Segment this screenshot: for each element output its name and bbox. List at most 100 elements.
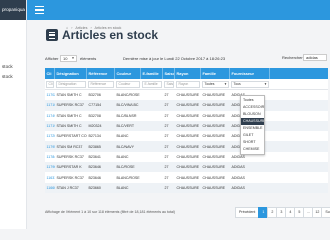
table-row[interactable]: 11631SUPERSK RC37 B23646 BLANC/ROSE 27 CHAUS…: [45, 172, 328, 183]
column-header-cli[interactable]: Cli: [45, 68, 55, 79]
cell-fournisseur: ADIDAS: [231, 165, 245, 170]
cell-rayon: CHAUSSURE: [176, 93, 200, 98]
filter-e-famille-input[interactable]: E-famille: [142, 81, 162, 88]
cell-designation: STAN SMITH C: [56, 113, 82, 118]
hamburger-menu-icon[interactable]: [35, 6, 44, 15]
cell-reference: B27134: [88, 134, 101, 139]
cell-reference: C77154: [88, 103, 102, 108]
column-header-couleur[interactable]: Couleur: [115, 68, 141, 79]
dropdown-option-accessoire[interactable]: ACCESSOIRE: [241, 104, 264, 111]
previous-page-button[interactable]: Précédent: [235, 207, 260, 218]
cell-cli[interactable]: 11719: [45, 121, 56, 131]
dropdown-option-chaussure[interactable]: CHAUSSURE: [241, 118, 264, 125]
filter-couleur-input[interactable]: Couleur: [116, 81, 140, 88]
dropdown-option-gilet[interactable]: GILET: [241, 132, 264, 139]
dropdown-option-chemise[interactable]: CHEMISE: [241, 146, 264, 153]
filter-cli-input[interactable]: Cli: [46, 81, 54, 88]
cell-reference: B23660: [88, 185, 101, 190]
sidebar-item-stock-2[interactable]: stock: [0, 74, 26, 79]
cell-rayon: CHAUSSURE: [176, 113, 200, 118]
table-row[interactable]: 11795STAN SM RC37 B23865 BLC/NAVY 27 CHAUSSU…: [45, 141, 328, 152]
cell-saison: 27: [164, 113, 169, 118]
table-row[interactable]: 11749STAN SMITH C B32708 BLC/BLNSR 27 CHAUSS…: [45, 110, 328, 121]
column-header-famille[interactable]: Famille: [201, 68, 230, 79]
filter-saison-input[interactable]: Saison: [164, 81, 174, 88]
cell-cli[interactable]: 11720: [45, 131, 56, 141]
cell-cli[interactable]: 11795: [45, 141, 56, 151]
cell-saison: 27: [164, 124, 169, 129]
dropdown-option-ensemble[interactable]: ENSEMBLE: [241, 125, 264, 132]
chevron-down-icon: ▼: [224, 82, 227, 86]
cell-cli[interactable]: 11796: [45, 162, 56, 172]
cell-cli[interactable]: 11749: [45, 111, 56, 121]
sidebar: propaniqua stock stock: [0, 0, 27, 229]
cell-designation: STAN J RC37: [56, 185, 79, 190]
cell-e-famille: [141, 162, 163, 172]
cell-reference: B23646: [88, 175, 101, 180]
cell-designation: SUPERSK RC37: [56, 175, 84, 180]
column-header-fournisseur[interactable]: Fournisseur: [230, 68, 270, 79]
filter-rayon-input[interactable]: Rayon: [176, 81, 200, 88]
column-header-rayon[interactable]: Rayon: [175, 68, 201, 79]
dropdown-option-blouson[interactable]: BLOUSON: [241, 111, 264, 118]
cell-cli[interactable]: 11660: [45, 183, 56, 193]
sidebar-item-stock[interactable]: stock: [0, 64, 26, 69]
cell-rayon: CHAUSSURE: [176, 175, 200, 180]
famille-dropdown: ToutesACCESSOIREBLOUSONCHAUSSUREENSEMBLE…: [240, 95, 265, 155]
filter-fournisseur-select[interactable]: Tous ▼: [231, 81, 269, 88]
cell-reference: B32706: [88, 93, 101, 98]
dropdown-option-toutes[interactable]: Toutes: [241, 97, 264, 104]
search-label: Rechercher :: [282, 55, 305, 60]
cell-couleur: BLC/VERT: [116, 124, 135, 129]
cell-rayon: CHAUSSURE: [176, 134, 200, 139]
search-input[interactable]: adidas: [303, 54, 327, 61]
cell-couleur: BLANC/ROSE: [116, 175, 140, 180]
table-row[interactable]: 11784SUPERSK RC37 B23641 BLANC 27 CHAUSSUREC…: [45, 151, 328, 163]
table-row[interactable]: 11719STAN SMITH C M20324 BLC/VERT 27 CHAUSSU…: [45, 120, 328, 132]
cell-cli[interactable]: 11784: [45, 152, 56, 162]
cell-couleur: BLANC: [116, 185, 129, 190]
cell-designation: SUPERSTART CO: [56, 134, 87, 139]
cell-cli[interactable]: 11710: [45, 100, 56, 110]
dropdown-option-short[interactable]: SHORT: [241, 139, 264, 146]
cell-couleur: BLANC: [116, 134, 129, 139]
table-filter-row: Cli Désignation Référence Couleur E-famille S…: [45, 79, 328, 90]
table-info: Affichage de l'élément 1 à 10 sur 118 él…: [45, 210, 176, 214]
filter-famille-text: Toutes: [204, 82, 215, 86]
cell-famille: CHAUSSURE: [202, 113, 226, 118]
last-update-text: Dernière mise à jour le Lundi 22 Octobre…: [123, 56, 226, 61]
cell-saison: 27: [164, 175, 169, 180]
cell-couleur: BLANC/ROSE: [116, 93, 140, 98]
column-header-e-famille[interactable]: E-famille: [141, 68, 163, 79]
cell-famille: CHAUSSURE: [202, 134, 226, 139]
cell-cli[interactable]: 11702: [45, 90, 56, 100]
cell-e-famille: [141, 152, 163, 162]
table-row[interactable]: 11702STAN SMITH C B32706 BLANC/ROSE 27 CHAUS…: [45, 90, 328, 101]
column-header-saison[interactable]: Saison: [163, 68, 175, 79]
filter-designation-input[interactable]: Désignation: [56, 81, 86, 88]
cell-designation: SUPERSK RC37: [56, 103, 84, 108]
filter-e-famille-text: E-famille: [144, 82, 158, 86]
cell-famille: CHAUSSURE: [202, 124, 226, 129]
filter-famille-select[interactable]: Toutes ▼: [202, 81, 229, 88]
page-length-value: 10: [63, 56, 68, 61]
show-label: Afficher: [45, 56, 59, 61]
cell-rayon: CHAUSSURE: [176, 144, 200, 149]
cell-rayon: CHAUSSURE: [176, 154, 200, 159]
column-header-reference[interactable]: Référence: [87, 68, 115, 79]
cell-saison: 27: [164, 154, 169, 159]
filter-cli-text: Cli: [48, 82, 53, 86]
page-length-select[interactable]: 10 ▼: [60, 55, 77, 62]
filter-saison-text: Saison: [166, 82, 174, 86]
cell-cli[interactable]: 11631: [45, 172, 56, 182]
cell-couleur: BLC/NAVY: [116, 144, 135, 149]
table-row[interactable]: 11710SUPERSK RC37 C77154 BLC/VIN/LBC 27 CHAU…: [45, 100, 328, 111]
table-row[interactable]: 11660STAN J RC37 B23660 BLANC 27 CHAUSSURECH…: [45, 182, 328, 193]
cell-couleur: BLC/VIN/LBC: [116, 103, 139, 108]
table-row[interactable]: 11720SUPERSTART COB27134 BLANC 27 CHAUSSURE…: [45, 131, 328, 142]
table-row[interactable]: 11796SUPERSTAR K B23646 BLC/ROSE 27 CHAUSSUR…: [45, 162, 328, 173]
filter-reference-input[interactable]: Référence: [88, 81, 114, 88]
next-page-button[interactable]: Suivant: [321, 207, 330, 218]
column-header-designation[interactable]: Désignation: [55, 68, 87, 79]
cell-couleur: BLC/BLNSR: [116, 113, 137, 118]
